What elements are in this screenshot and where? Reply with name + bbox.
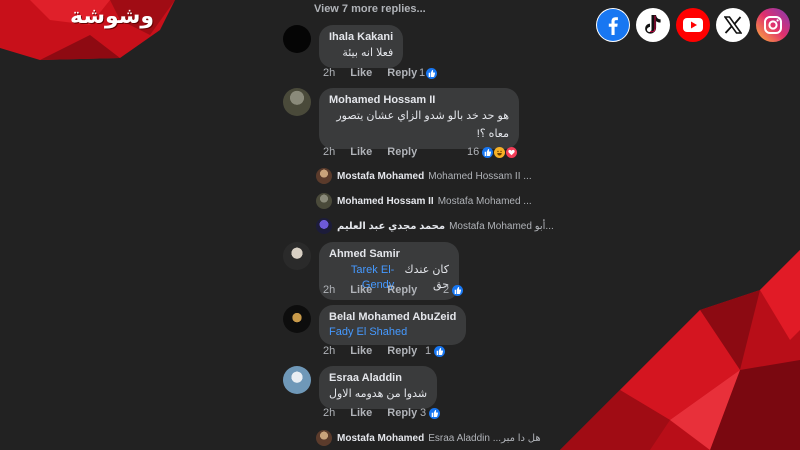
avatar[interactable] bbox=[283, 305, 311, 333]
reply-author[interactable]: Mostafa Mohamed bbox=[337, 433, 424, 444]
comment: Esraa Aladdin شدوا من هدومه الاول bbox=[283, 366, 438, 409]
reaction-number: 2 bbox=[443, 284, 450, 296]
reaction-count[interactable]: 1 bbox=[419, 67, 438, 79]
reaction-number: 1 bbox=[419, 67, 426, 79]
comment-author[interactable]: Ihala Kakani bbox=[329, 31, 393, 43]
comment-author[interactable]: Esraa Aladdin bbox=[329, 372, 427, 384]
reply-button[interactable]: Reply bbox=[387, 407, 417, 419]
comment-actions: 2h Like Reply bbox=[323, 345, 432, 357]
like-button[interactable]: Like bbox=[350, 67, 372, 79]
comment-bubble: Belal Mohamed AbuZeid Fady El Shahed bbox=[319, 305, 467, 345]
comment-time[interactable]: 2h bbox=[323, 146, 335, 158]
reply-preview-text: Mohamed Hossam II ... bbox=[428, 170, 532, 182]
comment-author[interactable]: Ahmed Samir bbox=[329, 248, 449, 260]
reaction-count[interactable]: 3 bbox=[420, 407, 441, 419]
like-reaction-icon bbox=[434, 345, 446, 357]
comment-author[interactable]: Belal Mohamed AbuZeid bbox=[329, 311, 456, 323]
reaction-number: 16 bbox=[467, 146, 480, 158]
reaction-count[interactable]: 1 bbox=[425, 345, 446, 357]
like-button[interactable]: Like bbox=[350, 284, 372, 296]
social-links bbox=[596, 8, 790, 42]
reply-preview[interactable]: محمد مجدي عبد العليم Mostafa Mohamed أبو… bbox=[316, 218, 554, 234]
avatar bbox=[316, 218, 332, 234]
comment-bubble: Esraa Aladdin شدوا من هدومه الاول bbox=[319, 366, 438, 409]
reply-button[interactable]: Reply bbox=[387, 345, 417, 357]
haha-reaction-icon bbox=[494, 146, 506, 158]
view-more-replies-link[interactable]: View 7 more replies... bbox=[314, 3, 426, 15]
avatar[interactable] bbox=[283, 366, 311, 394]
reply-author[interactable]: Mostafa Mohamed bbox=[337, 171, 424, 182]
comment-bubble: Ihala Kakani فعلا انه بيئة bbox=[319, 25, 404, 68]
facebook-icon[interactable] bbox=[596, 8, 630, 42]
reply-preview-text: Mostafa Mohamed أبو... bbox=[449, 220, 554, 232]
brand-logo: وشوشة bbox=[70, 4, 155, 29]
mentioned-user-link[interactable]: Fady El Shahed bbox=[329, 326, 456, 338]
like-reaction-icon bbox=[452, 284, 464, 296]
comment-time[interactable]: 2h bbox=[323, 345, 335, 357]
like-reaction-icon bbox=[426, 67, 438, 79]
like-button[interactable]: Like bbox=[350, 146, 372, 158]
reply-preview[interactable]: Mostafa Mohamed Mohamed Hossam II ... bbox=[316, 168, 532, 184]
reaction-number: 1 bbox=[425, 345, 432, 357]
reaction-count[interactable]: 16 bbox=[467, 146, 518, 158]
comment-bubble: Mohamed Hossam II هو حد خد بالو شدو الزا… bbox=[319, 88, 519, 149]
comment-actions: 2h Like Reply bbox=[323, 284, 432, 296]
reply-preview-text: Mostafa Mohamed ... bbox=[437, 195, 532, 207]
comment-actions: 2h Like Reply bbox=[323, 146, 432, 158]
comment-text: معاه ؟! bbox=[476, 128, 509, 140]
reply-author[interactable]: Mohamed Hossam II bbox=[337, 196, 434, 207]
like-reaction-icon bbox=[482, 146, 494, 158]
comment: Belal Mohamed AbuZeid Fady El Shahed bbox=[283, 305, 467, 345]
reply-button[interactable]: Reply bbox=[387, 146, 417, 158]
red-corner-decoration bbox=[560, 250, 800, 450]
comment-text: هو حد خد بالو شدو الزاي عشان يتصور bbox=[336, 110, 509, 122]
comment-text: فعلا انه بيئة bbox=[342, 47, 394, 59]
comment: Mohamed Hossam II هو حد خد بالو شدو الزا… bbox=[283, 88, 519, 149]
comment-time[interactable]: 2h bbox=[323, 284, 335, 296]
reply-author[interactable]: محمد مجدي عبد العليم bbox=[337, 221, 445, 232]
avatar bbox=[316, 193, 332, 209]
comment-time[interactable]: 2h bbox=[323, 407, 335, 419]
comment-author[interactable]: Mohamed Hossam II bbox=[329, 94, 509, 106]
reaction-count[interactable]: 2 bbox=[443, 284, 464, 296]
reply-button[interactable]: Reply bbox=[387, 67, 417, 79]
avatar bbox=[316, 430, 332, 446]
like-reaction-icon bbox=[429, 407, 441, 419]
like-button[interactable]: Like bbox=[350, 407, 372, 419]
avatar[interactable] bbox=[283, 25, 311, 53]
avatar[interactable] bbox=[283, 242, 311, 270]
tiktok-icon[interactable] bbox=[636, 8, 670, 42]
instagram-icon[interactable] bbox=[756, 8, 790, 42]
reaction-number: 3 bbox=[420, 407, 427, 419]
comment-actions: 2h Like Reply bbox=[323, 407, 432, 419]
comment-text: شدوا من هدومه الاول bbox=[329, 388, 428, 400]
reply-preview[interactable]: Mostafa Mohamed Esraa Aladdin ...هل دا م… bbox=[316, 430, 541, 446]
x-icon[interactable] bbox=[716, 8, 750, 42]
avatar[interactable] bbox=[283, 88, 311, 116]
avatar bbox=[316, 168, 332, 184]
comment-time[interactable]: 2h bbox=[323, 67, 335, 79]
like-button[interactable]: Like bbox=[350, 345, 372, 357]
comment: Ihala Kakani فعلا انه بيئة bbox=[283, 25, 404, 68]
reply-preview-text: Esraa Aladdin ...هل دا مبر bbox=[428, 432, 541, 444]
comment-actions: 2h Like Reply bbox=[323, 67, 432, 79]
youtube-icon[interactable] bbox=[676, 8, 710, 42]
love-reaction-icon bbox=[506, 146, 518, 158]
reply-preview[interactable]: Mohamed Hossam II Mostafa Mohamed ... bbox=[316, 193, 532, 209]
reply-button[interactable]: Reply bbox=[387, 284, 417, 296]
